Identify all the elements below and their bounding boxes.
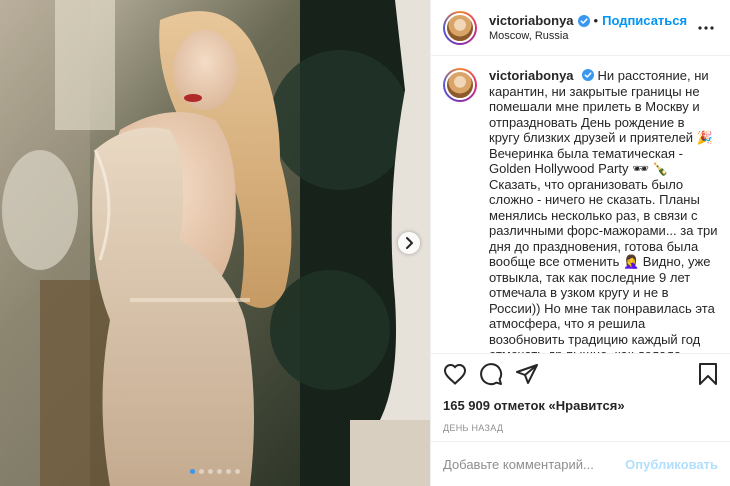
share-button[interactable]: [515, 358, 551, 390]
more-options-button[interactable]: [694, 16, 718, 40]
carousel-dot: [190, 469, 195, 474]
verified-badge-icon: [581, 69, 594, 81]
action-bar: [443, 354, 718, 394]
caption-username-link[interactable]: victoriabonya: [489, 68, 574, 83]
header-text: victoriabonya • Подписаться Moscow, Russ…: [489, 13, 694, 42]
separator-dot: •: [593, 13, 599, 28]
username-link[interactable]: victoriabonya: [489, 13, 574, 28]
caption-text: victoriabonya Ни расстояние, ни карантин…: [489, 68, 718, 353]
post-header: victoriabonya • Подписаться Moscow, Russ…: [431, 0, 730, 56]
comments-area[interactable]: victoriabonya Ни расстояние, ни карантин…: [431, 56, 730, 353]
photo-image: [0, 0, 430, 486]
publish-button[interactable]: Опубликовать: [625, 457, 718, 472]
caption-body: Ни расстояние, ни карантин, ни закрытые …: [489, 68, 718, 353]
bookmark-icon: [699, 363, 717, 385]
post-actions-section: 165 909 отметок «Нравится» ДЕНЬ НАЗАД: [431, 353, 730, 441]
follow-button[interactable]: Подписаться: [602, 13, 687, 28]
verified-badge-icon: [577, 14, 590, 27]
carousel-next-button[interactable]: [398, 232, 420, 254]
save-button[interactable]: [694, 358, 718, 390]
carousel-dot: [217, 469, 222, 474]
comment-button[interactable]: [479, 358, 515, 390]
comment-icon: [480, 363, 503, 386]
more-horizontal-icon: [698, 25, 714, 30]
instagram-post: victoriabonya • Подписаться Moscow, Russ…: [0, 0, 730, 486]
likes-text: отметок «Нравится»: [493, 398, 625, 413]
carousel-indicator: [0, 469, 430, 474]
header-line: victoriabonya • Подписаться: [489, 13, 694, 28]
likes-count[interactable]: 165 909 отметок «Нравится»: [443, 398, 718, 413]
carousel-dot: [208, 469, 213, 474]
likes-number: 165 909: [443, 398, 490, 413]
post-photo[interactable]: [0, 0, 430, 486]
carousel-dot: [235, 469, 240, 474]
share-icon: [516, 364, 538, 384]
location-link[interactable]: Moscow, Russia: [489, 30, 694, 42]
like-button[interactable]: [443, 358, 479, 390]
carousel-dot: [199, 469, 204, 474]
chevron-right-icon: [406, 237, 413, 249]
heart-icon: [443, 363, 467, 385]
post-side-panel: victoriabonya • Подписаться Moscow, Russ…: [430, 0, 730, 486]
carousel-dot: [226, 469, 231, 474]
comment-input[interactable]: [443, 456, 626, 472]
caption-avatar[interactable]: [443, 68, 477, 102]
comment-form: Опубликовать: [431, 441, 730, 486]
avatar[interactable]: [443, 10, 477, 45]
post-date[interactable]: ДЕНЬ НАЗАД: [443, 423, 718, 433]
caption-comment: victoriabonya Ни расстояние, ни карантин…: [443, 68, 718, 353]
